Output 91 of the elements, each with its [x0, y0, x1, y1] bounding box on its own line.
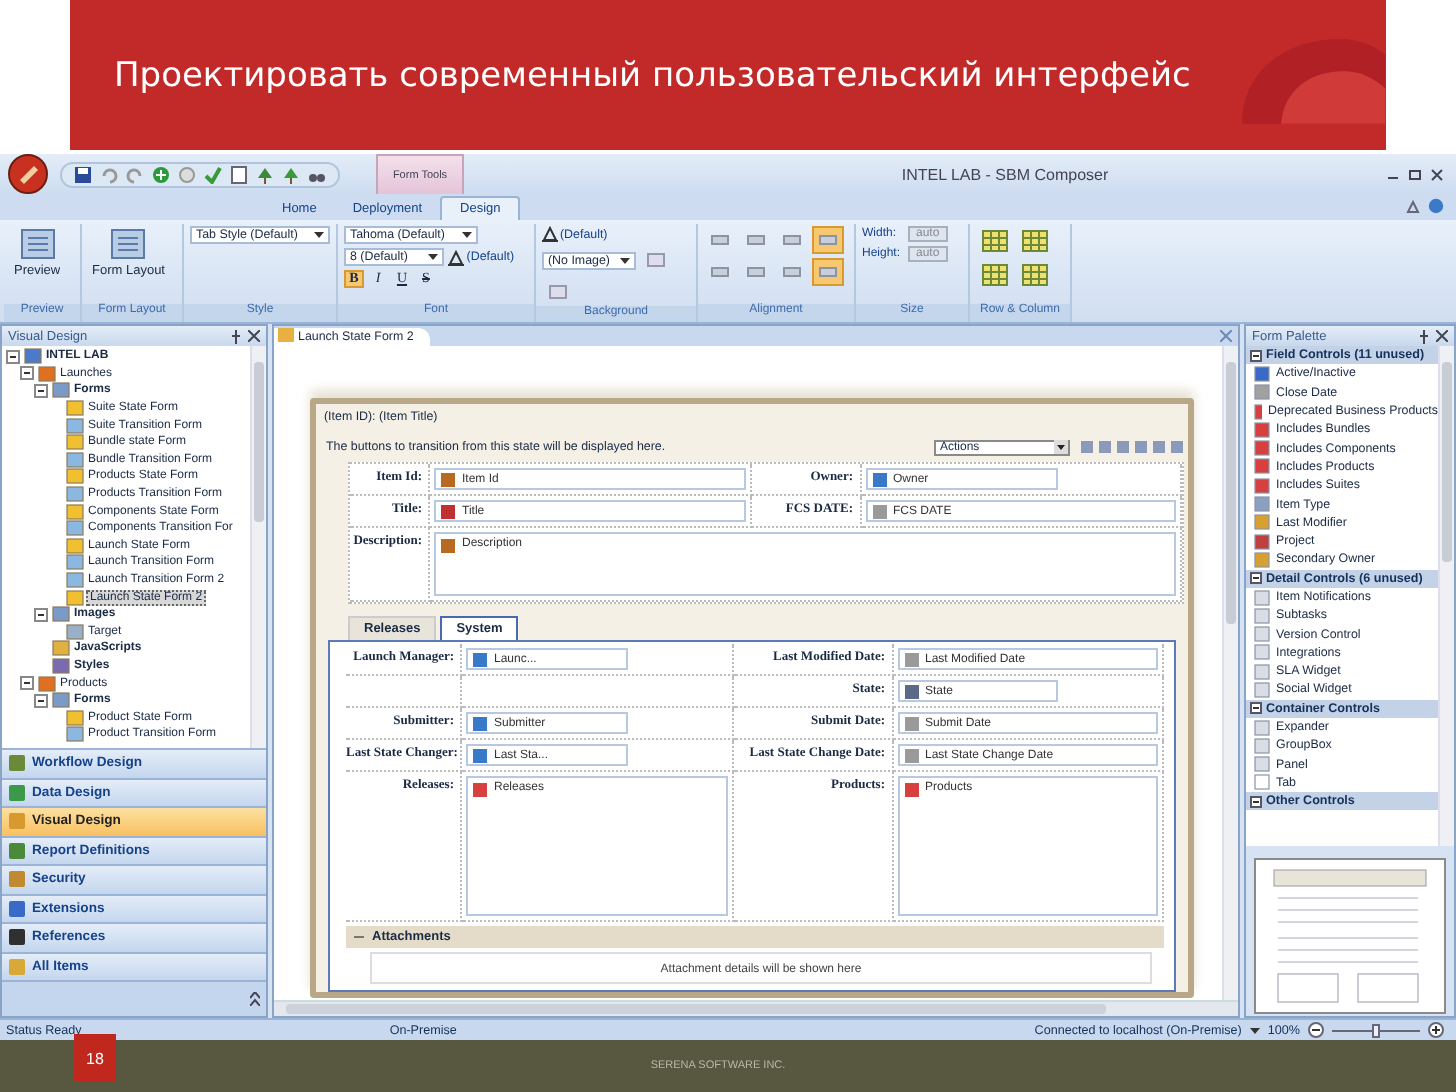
image-icon	[548, 284, 568, 300]
app-menu-button[interactable]	[8, 154, 48, 194]
caret-icon	[620, 257, 630, 263]
field-icon	[903, 782, 919, 798]
form-icon	[278, 328, 294, 342]
node-icon	[51, 692, 69, 709]
node-icon	[65, 709, 83, 726]
node-icon	[65, 726, 83, 743]
caret-icon	[314, 232, 324, 238]
form-icon	[19, 228, 56, 260]
node-icon	[51, 606, 69, 623]
slide-title: Проектировать современный пользовательский интерфейс	[112, 55, 1191, 95]
empty-cell	[346, 676, 462, 708]
align-button[interactable]	[812, 226, 844, 254]
undo-icon[interactable]	[100, 165, 118, 183]
collapse-icon[interactable]	[34, 607, 48, 622]
grid-icon	[981, 264, 1007, 286]
caret-icon	[428, 254, 439, 260]
node-icon	[23, 348, 41, 365]
redo-icon[interactable]	[126, 165, 144, 183]
check-icon[interactable]	[204, 165, 222, 183]
node-icon	[65, 520, 83, 537]
caret-icon	[1054, 440, 1068, 454]
help-icon[interactable]	[1428, 198, 1444, 214]
field-icon	[472, 782, 488, 798]
image-icon	[646, 252, 666, 268]
grid-icon	[981, 230, 1007, 252]
triangle-icon[interactable]	[1406, 200, 1420, 214]
scrollbar[interactable]	[1222, 346, 1238, 1000]
caret-icon[interactable]	[1249, 1027, 1260, 1033]
node-icon	[37, 675, 55, 692]
table-button[interactable]	[1016, 226, 1052, 256]
tree-icon[interactable]	[282, 165, 300, 183]
close-icon[interactable]	[1430, 167, 1444, 181]
node-icon	[51, 640, 69, 657]
node-icon	[65, 572, 83, 589]
chevron-icon[interactable]	[250, 992, 260, 1006]
paint-icon	[448, 249, 465, 265]
collapse-icon[interactable]	[34, 383, 48, 398]
node-icon	[65, 468, 83, 485]
collapse-icon	[1250, 349, 1262, 362]
collapse-icon[interactable]	[34, 693, 48, 708]
collapse-icon	[1250, 702, 1262, 715]
node-icon	[65, 554, 83, 571]
pin-icon[interactable]	[230, 329, 242, 343]
node-icon	[65, 486, 83, 503]
node-icon	[65, 434, 83, 451]
node-icon	[65, 623, 83, 640]
node-icon	[65, 400, 83, 417]
field-icon	[440, 538, 456, 554]
collapse-icon[interactable]	[20, 366, 34, 381]
save-icon[interactable]	[74, 165, 92, 183]
node-icon	[37, 365, 55, 382]
table-button[interactable]	[976, 226, 1012, 256]
tree-icon[interactable]	[256, 165, 274, 183]
align-button[interactable]	[812, 258, 844, 286]
node-icon	[51, 657, 69, 674]
zoom-in-icon[interactable]	[1428, 1022, 1444, 1038]
caret-icon	[461, 232, 472, 238]
node-icon	[65, 451, 83, 468]
form-icon	[110, 228, 147, 260]
node-icon	[65, 589, 83, 606]
restore-icon[interactable]	[1408, 167, 1422, 181]
field-icon	[472, 651, 488, 667]
paint-icon	[542, 226, 558, 242]
circle-icon[interactable]	[178, 165, 196, 183]
scrollbar[interactable]	[1438, 346, 1454, 846]
zoom-out-icon[interactable]	[1308, 1022, 1324, 1038]
close-icon[interactable]	[1436, 330, 1448, 342]
pin-icon[interactable]	[1418, 329, 1430, 343]
collapse-icon	[354, 932, 364, 942]
document-icon[interactable]	[230, 165, 248, 183]
table-button[interactable]	[1016, 260, 1052, 290]
page-number: 18	[74, 1034, 116, 1082]
collapse-icon	[1250, 572, 1262, 585]
collapse-icon	[1250, 795, 1262, 808]
close-icon[interactable]	[248, 330, 260, 342]
collapse-icon[interactable]	[6, 349, 20, 364]
node-icon	[51, 382, 69, 399]
grid-icon	[1021, 230, 1047, 252]
scrollbar[interactable]	[250, 346, 266, 748]
zoom-slider-thumb[interactable]	[1372, 1023, 1380, 1037]
node-icon	[65, 417, 83, 434]
window-title: INTEL LAB - SBM Composer	[899, 165, 1111, 183]
table-button[interactable]	[976, 260, 1012, 290]
grid-icon	[1021, 264, 1047, 286]
scrollbar[interactable]	[274, 1000, 1238, 1016]
node-icon	[65, 537, 83, 554]
collapse-icon[interactable]	[20, 676, 34, 691]
node-icon	[65, 503, 83, 520]
add-icon[interactable]	[152, 165, 170, 183]
